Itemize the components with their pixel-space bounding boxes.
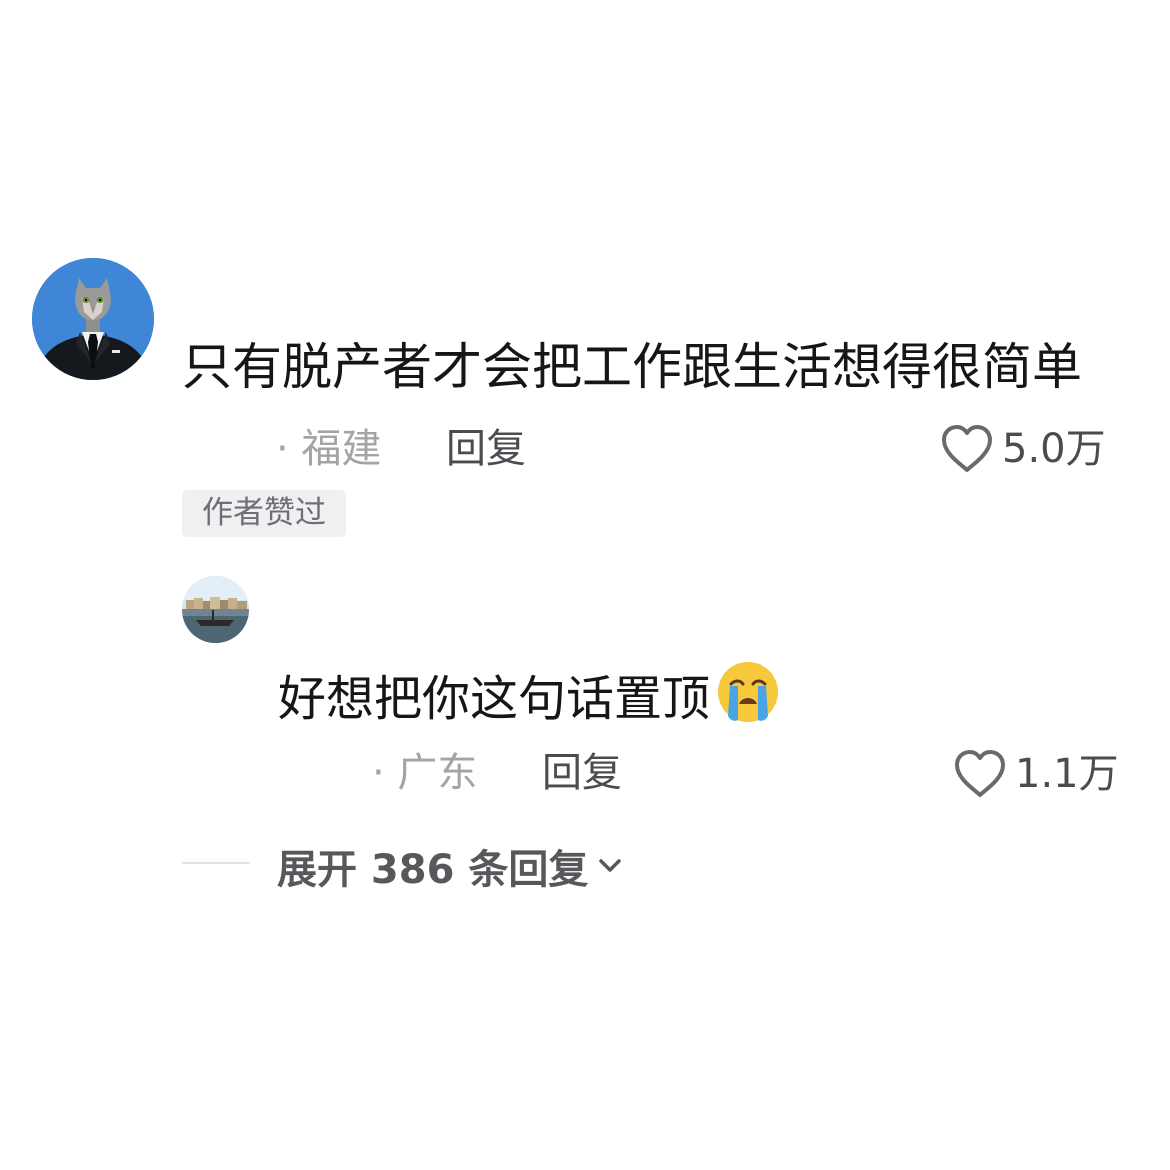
like-button[interactable]: 5.0万: [940, 420, 1106, 478]
reply-button[interactable]: 回复: [542, 747, 622, 799]
heart-icon: [942, 425, 992, 472]
like-count: 1.1万: [1015, 751, 1119, 797]
avatar-harbor-photo[interactable]: [182, 576, 249, 643]
expand-replies-label: 展开 386 条回复: [277, 847, 589, 893]
comment-location: · 福建: [276, 426, 382, 472]
reply-comment-text-content: 好想把你这句话置顶: [278, 671, 711, 727]
reply-comment-text: 好想把你这句话置顶: [278, 660, 780, 738]
reply-location: · 广东: [372, 750, 478, 796]
like-count: 5.0万: [1002, 426, 1106, 472]
heart-icon: [955, 750, 1005, 797]
author-liked-badge: 作者赞过: [182, 490, 346, 537]
avatar-cat-in-suit-image: [32, 258, 154, 380]
crying-face-icon: [716, 660, 780, 738]
chevron-down-icon: [596, 856, 624, 876]
avatar-harbor-photo-image: [182, 576, 249, 643]
like-button[interactable]: 1.1万: [953, 746, 1119, 802]
divider: [182, 862, 250, 864]
comment-text: 只有脱产者才会把工作跟生活想得很简单: [182, 338, 1082, 396]
avatar-cat-in-suit[interactable]: [32, 258, 154, 380]
reply-button[interactable]: 回复: [446, 423, 526, 475]
expand-replies-button[interactable]: 展开 386 条回复: [277, 838, 624, 894]
